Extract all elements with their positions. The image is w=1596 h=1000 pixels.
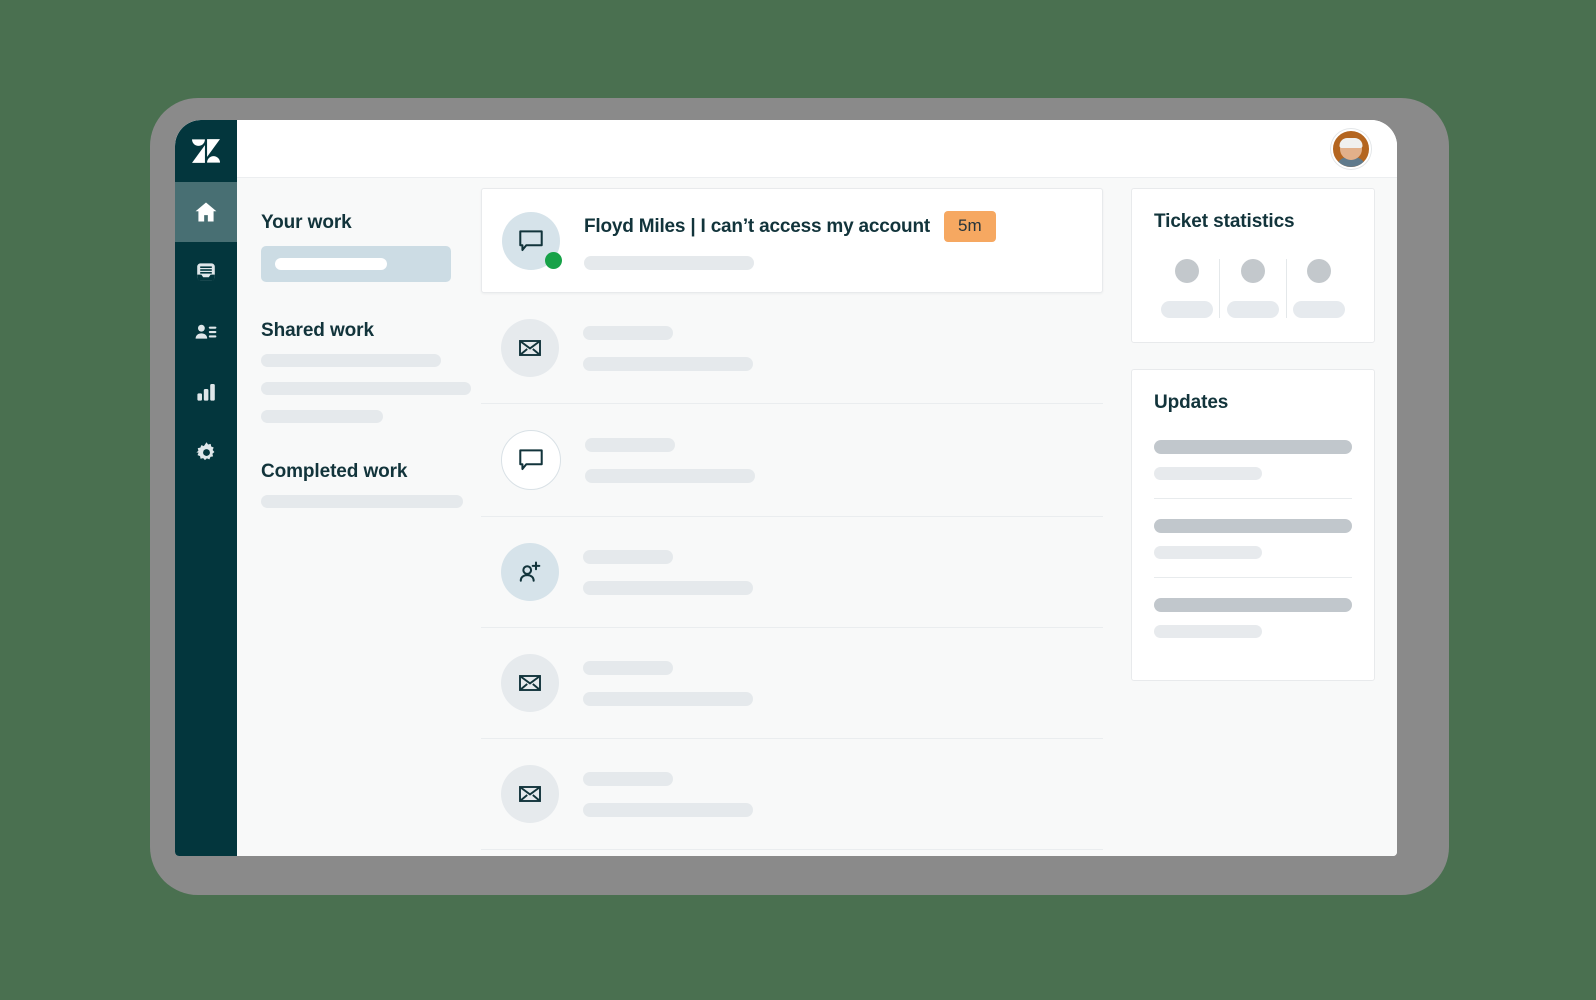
chat-bubble-icon: [501, 430, 561, 490]
featured-ticket-title-line: Floyd Miles | I can’t access my account …: [584, 211, 1084, 242]
stat-icon-placeholder: [1174, 259, 1199, 283]
ticket-row[interactable]: [481, 404, 1103, 517]
envelope-icon: [501, 765, 559, 823]
ticket-row-subtitle-placeholder: [583, 580, 753, 595]
ticket-statistics-title: Ticket statistics: [1154, 211, 1295, 232]
stat-column-1[interactable]: [1154, 259, 1219, 318]
chart-icon: [194, 380, 218, 404]
update-title-placeholder: [1154, 598, 1352, 612]
ticket-row-title-placeholder: [583, 660, 673, 675]
inbox-icon: [194, 260, 218, 284]
stat-column-2[interactable]: [1219, 259, 1285, 318]
stat-icon-placeholder: [1240, 259, 1265, 283]
ticket-row[interactable]: [481, 739, 1103, 850]
ticket-row-title-placeholder: [583, 325, 673, 340]
work-nav-item-label-placeholder: [275, 258, 387, 270]
update-title-placeholder: [1154, 440, 1352, 454]
page-title: Floyd Miles | I can’t access my account: [584, 215, 930, 237]
app-body: Your work Shared work Completed work Flo…: [237, 120, 1397, 856]
stat-value-placeholder: [1160, 301, 1213, 318]
list-item[interactable]: [1154, 440, 1352, 498]
chat-bubble-icon: [502, 211, 562, 270]
list-item[interactable]: [1154, 498, 1352, 577]
stat-value-placeholder: [1293, 301, 1346, 318]
updates-panel: Updates: [1131, 369, 1375, 681]
section-title-shared-work: Shared work: [261, 320, 374, 341]
shared-work-item-3[interactable]: [261, 410, 383, 423]
ticket-statistics-panel: Ticket statistics: [1131, 188, 1375, 343]
stat-value-placeholder: [1226, 301, 1279, 318]
update-meta-placeholder: [1154, 625, 1262, 638]
work-nav-item-active[interactable]: [261, 246, 451, 282]
ticket-row-text: [583, 660, 1085, 706]
ticket-row-text: [583, 549, 1085, 595]
ticket-row-title-placeholder: [583, 771, 673, 786]
featured-ticket-text: Floyd Miles | I can’t access my account …: [584, 211, 1084, 270]
avatar[interactable]: [1331, 128, 1371, 169]
ticket-list: Floyd Miles | I can’t access my account …: [473, 178, 1121, 856]
ticket-row[interactable]: [481, 628, 1103, 739]
ticket-row-subtitle-placeholder: [585, 468, 755, 483]
envelope-icon: [501, 319, 559, 377]
ticket-row-title-placeholder: [585, 437, 675, 452]
status-badge-time: 5m: [943, 211, 996, 242]
top-bar: [237, 120, 1397, 178]
avatar-hair: [1339, 137, 1363, 148]
completed-work-item-1[interactable]: [261, 495, 463, 508]
ticket-row-subtitle-placeholder: [583, 802, 753, 817]
right-rail: Ticket statistics Updates: [1121, 178, 1397, 856]
stat-column-3[interactable]: [1285, 259, 1352, 318]
content-area: Your work Shared work Completed work Flo…: [237, 178, 1397, 856]
app-screen: Your work Shared work Completed work Flo…: [175, 120, 1397, 856]
work-nav: Your work Shared work Completed work: [237, 178, 473, 856]
ticket-row[interactable]: [481, 517, 1103, 628]
add-person-icon: [501, 543, 559, 601]
ticket-row[interactable]: [481, 293, 1103, 404]
ticket-row-subtitle-placeholder: [583, 356, 753, 371]
ticket-statistics-row: [1154, 259, 1352, 318]
home-icon: [193, 199, 219, 225]
ticket-row-text: [585, 437, 1085, 483]
sidebar-item-views[interactable]: [175, 242, 237, 302]
shared-work-item-2[interactable]: [261, 382, 471, 395]
shared-work-item-1[interactable]: [261, 354, 441, 367]
sidebar-item-settings[interactable]: [175, 422, 237, 482]
update-meta-placeholder: [1154, 467, 1262, 480]
ticket-row-text: [583, 325, 1085, 371]
update-title-placeholder: [1154, 519, 1352, 533]
zendesk-logo[interactable]: [175, 120, 237, 182]
gear-icon: [194, 440, 219, 465]
contacts-icon: [194, 320, 218, 344]
sidebar-item-home[interactable]: [175, 182, 237, 242]
primary-sidebar: [175, 120, 237, 856]
envelope-icon: [501, 654, 559, 712]
list-item[interactable]: [1154, 577, 1352, 656]
ticket-row-title-placeholder: [583, 549, 673, 564]
featured-ticket-row[interactable]: Floyd Miles | I can’t access my account …: [481, 188, 1103, 293]
sidebar-item-reporting[interactable]: [175, 362, 237, 422]
section-title-your-work: Your work: [261, 212, 352, 233]
updates-title: Updates: [1154, 392, 1229, 413]
status-badge-online: [545, 251, 562, 269]
sidebar-item-customers[interactable]: [175, 302, 237, 362]
ticket-row-subtitle-placeholder: [583, 691, 753, 706]
featured-ticket-subtitle-placeholder: [584, 256, 754, 270]
ticket-row-text: [583, 771, 1085, 817]
update-meta-placeholder: [1154, 546, 1262, 559]
section-title-completed-work: Completed work: [261, 461, 408, 482]
stat-icon-placeholder: [1307, 259, 1332, 283]
